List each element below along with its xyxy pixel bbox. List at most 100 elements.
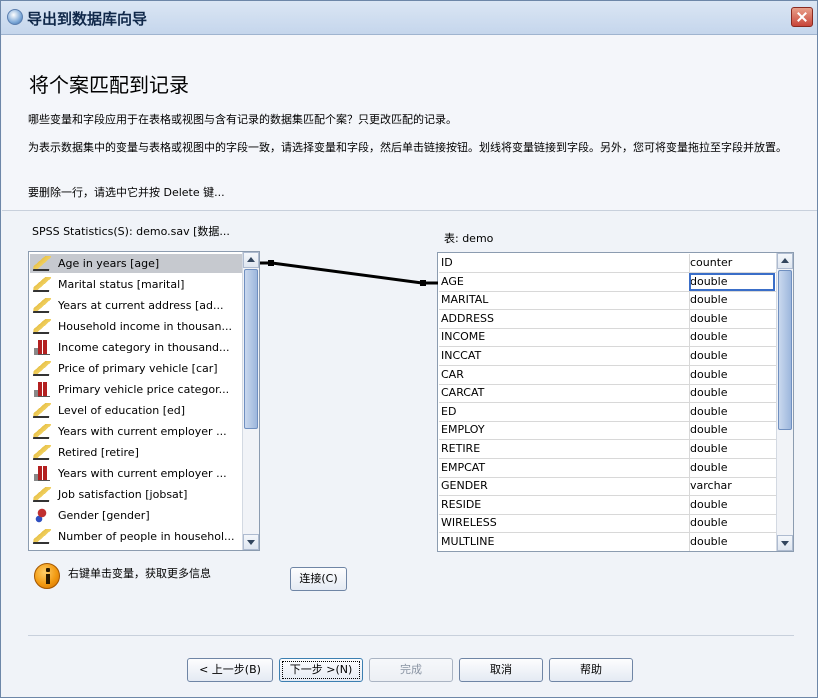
table-row[interactable]: ED double [439, 402, 776, 422]
table-row[interactable]: WIRELESS double [439, 514, 776, 534]
selected-cell-outline [689, 272, 775, 291]
table-row[interactable]: CARCAT double [439, 384, 776, 404]
field-type-cell: counter [690, 256, 733, 269]
field-name-cell: ADDRESS [441, 311, 495, 325]
variable-label: Years at current address [ad... [58, 299, 224, 312]
variable-list-item[interactable]: Household income in thousan... [30, 317, 242, 336]
ordinal-bars-icon [34, 340, 50, 355]
field-type-cell: double [690, 367, 728, 381]
variable-label: Number of people in househol... [58, 530, 235, 543]
scale-ruler-icon [32, 424, 52, 439]
table-row[interactable]: GENDER varchar [439, 477, 776, 497]
field-type-cell: double [690, 311, 728, 325]
info-text: 右键单击变量，获取更多信息 [68, 567, 211, 580]
cancel-button[interactable]: 取消 [459, 658, 543, 682]
table-row[interactable]: EMPLOY double [439, 421, 776, 441]
field-name-cell: MARITAL [441, 293, 489, 307]
field-name-cell: RETIRE [441, 442, 481, 455]
variable-label: Price of primary vehicle [car] [58, 362, 218, 375]
scroll-up-button[interactable] [243, 252, 259, 268]
field-name-cell: ID [441, 256, 453, 269]
variable-list-item[interactable]: Level of education [ed] [30, 401, 242, 420]
table-row[interactable]: MARITAL double [439, 291, 776, 311]
connect-button[interactable]: 连接(C) [290, 567, 347, 591]
footer-divider [28, 635, 794, 636]
table-scrollbar[interactable] [776, 253, 793, 551]
question-text: 哪些变量和字段应用于在表格或视图与含有记录的数据集匹配个案？只更改匹配的记录。 [28, 113, 457, 126]
scale-ruler-icon [32, 445, 52, 460]
close-button[interactable] [791, 7, 813, 27]
variable-list-scrollbar[interactable] [242, 252, 259, 550]
next-button[interactable]: 下一步 >(N) [279, 658, 363, 682]
scroll-up-button[interactable] [777, 253, 793, 269]
scale-ruler-icon [32, 319, 52, 334]
table-row[interactable]: ADDRESS double [439, 309, 776, 329]
field-name-cell: EMPCAT [441, 460, 486, 474]
source-dataset-label: SPSS Statistics(S): demo.sav [数据... [32, 223, 230, 239]
variable-list-item[interactable]: Number of people in househol... [30, 527, 242, 546]
field-type-cell: double [690, 330, 728, 344]
scroll-down-button[interactable] [777, 535, 793, 551]
scale-ruler-icon [32, 487, 52, 502]
scroll-thumb[interactable] [778, 270, 792, 430]
title-bar[interactable]: 导出到数据库向导 [1, 1, 817, 35]
table-row[interactable]: EMPCAT double [439, 458, 776, 478]
field-name-cell: GENDER [441, 479, 488, 493]
delete-hint-text: 要删除一行，请选中它并按 Delete 键... [28, 186, 225, 199]
table-row[interactable]: CAR double [439, 365, 776, 385]
field-name-cell: AGE [441, 274, 464, 288]
database-fields-table[interactable]: MULTLINE double WIRELESS double RESIDE double… [437, 252, 794, 552]
table-row[interactable]: INCCAT double [439, 347, 776, 366]
scroll-down-button[interactable] [243, 534, 259, 550]
table-row[interactable]: INCOME double [439, 328, 776, 348]
variable-field-link-line[interactable] [260, 255, 440, 295]
table-row[interactable]: AGE double [439, 272, 776, 292]
variable-label: Marital status [marital] [58, 278, 185, 291]
variable-list-item[interactable]: Price of primary vehicle [car] [30, 359, 242, 378]
variable-list-item[interactable]: Job satisfaction [jobsat] [30, 485, 242, 504]
finish-button[interactable]: 完成 [369, 658, 453, 682]
field-name-cell: CAR [441, 367, 464, 381]
variable-label: Years with current employer ... [58, 467, 227, 480]
table-name-label: 表: demo [444, 232, 494, 245]
table-row[interactable]: MULTLINE double [439, 533, 776, 551]
variable-list-item[interactable]: Age in years [age] [30, 254, 242, 273]
table-row[interactable]: RETIRE double [439, 440, 776, 459]
field-name-cell: RESIDE [441, 497, 482, 511]
field-name-cell: WIRELESS [441, 516, 497, 530]
field-name-cell: INCOME [441, 330, 486, 344]
field-type-cell: double [690, 442, 728, 455]
field-type-cell: double [690, 293, 728, 307]
variable-label: Level of education [ed] [58, 404, 186, 417]
scroll-thumb[interactable] [244, 269, 258, 429]
variable-label: Years with current employer ... [58, 425, 227, 438]
scale-ruler-icon [32, 403, 52, 418]
help-button[interactable]: 帮助 [549, 658, 633, 682]
variable-list-item[interactable]: Gender [gender] [30, 506, 242, 525]
wizard-header: 将个案匹配到记录 哪些变量和字段应用于在表格或视图与含有记录的数据集匹配个案？只… [2, 35, 817, 211]
field-type-cell: double [690, 386, 728, 400]
field-type-cell: double [690, 497, 728, 511]
app-globe-icon [7, 9, 23, 25]
variable-list-item[interactable]: Primary vehicle price categor... [30, 380, 242, 399]
variable-label: Job satisfaction [jobsat] [58, 488, 188, 501]
field-name-cell: CARCAT [441, 386, 485, 400]
source-label-rest: : demo.sav [数据... [128, 225, 230, 238]
variable-list-item[interactable]: Marital status [marital] [30, 275, 242, 294]
table-row[interactable]: ID counter [439, 254, 776, 273]
back-button[interactable]: < 上一步(B) [187, 658, 273, 682]
variable-label: Primary vehicle price categor... [58, 383, 230, 396]
variable-list-item[interactable]: Years with current employer ... [30, 422, 242, 441]
variable-list-item[interactable]: Years at current address [ad... [30, 296, 242, 315]
variable-label: Income category in thousand... [58, 341, 230, 354]
ordinal-bars-icon [34, 382, 50, 397]
export-to-database-wizard-window: 导出到数据库向导 将个案匹配到记录 哪些变量和字段应用于在表格或视图与含有记录的… [0, 0, 818, 698]
variable-list-item[interactable]: Retired [retire] [30, 443, 242, 462]
variable-label: Age in years [age] [58, 257, 160, 270]
table-row[interactable]: RESIDE double [439, 495, 776, 515]
variable-list-item[interactable]: Income category in thousand... [30, 338, 242, 357]
field-name-cell: INCCAT [441, 349, 482, 362]
variable-list[interactable]: Number of people in househol... Gender [g… [28, 251, 260, 551]
variable-label: Household income in thousan... [58, 320, 232, 333]
variable-list-item[interactable]: Years with current employer ... [30, 464, 242, 483]
